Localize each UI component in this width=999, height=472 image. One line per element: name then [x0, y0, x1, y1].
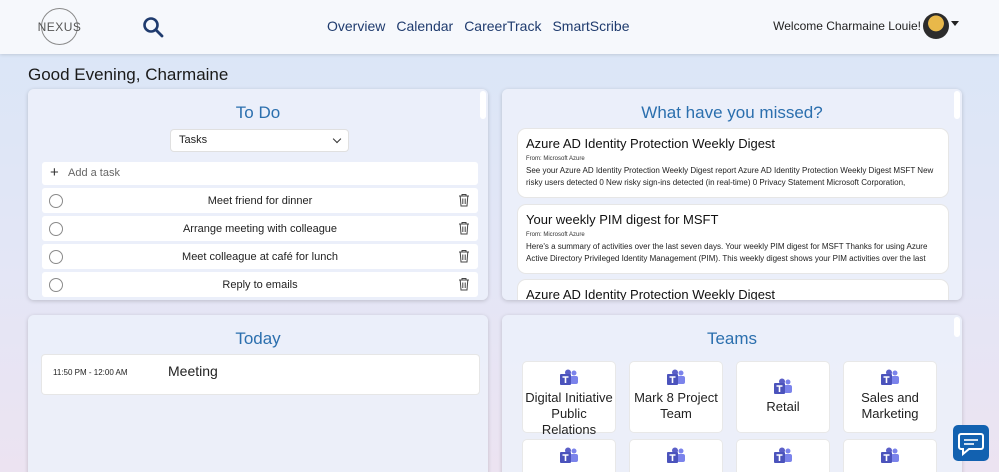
- teams-icon: [667, 369, 685, 385]
- chat-icon: [958, 433, 984, 457]
- main-nav: Overview Calendar CareerTrack SmartScrib…: [327, 18, 641, 34]
- task-row[interactable]: Meet colleague at café for lunch: [42, 244, 478, 269]
- team-tile[interactable]: [844, 440, 936, 472]
- today-card: Today 11:50 PM - 12:00 AM Meeting: [28, 315, 488, 472]
- event-time: 11:50 PM - 12:00 AM: [53, 368, 128, 377]
- teams-icon: [560, 369, 578, 385]
- trash-icon[interactable]: [458, 277, 470, 291]
- chat-button[interactable]: [953, 425, 989, 461]
- search-icon[interactable]: [142, 16, 164, 38]
- email-card[interactable]: Azure AD Identity Protection Weekly Dige…: [518, 280, 948, 300]
- teams-icon: [774, 378, 792, 394]
- task-label: Meet friend for dinner: [207, 195, 313, 207]
- teams-icon: [881, 447, 899, 463]
- email-card[interactable]: Your weekly PIM digest for MSFT From: Mi…: [518, 205, 948, 273]
- todo-card: To Do Tasks + Add a task Meet friend for…: [28, 89, 488, 300]
- todo-title: To Do: [235, 103, 281, 122]
- plus-icon: +: [50, 164, 59, 181]
- nav-calendar[interactable]: Calendar: [396, 18, 453, 34]
- teams-icon: [774, 447, 792, 463]
- task-label: Arrange meeting with colleague: [182, 223, 338, 235]
- task-label: Meet colleague at café for lunch: [182, 251, 338, 263]
- team-tile[interactable]: Mark 8 Project Team: [630, 362, 722, 432]
- add-task-placeholder: Add a task: [68, 167, 120, 179]
- nav-overview[interactable]: Overview: [327, 18, 385, 34]
- email-subject: Your weekly PIM digest for MSFT: [526, 212, 719, 227]
- email-subject: Azure AD Identity Protection Weekly Dige…: [526, 287, 776, 300]
- email-preview: See your Azure AD Identity Protection We…: [526, 166, 934, 187]
- trash-icon[interactable]: [458, 221, 470, 235]
- team-name: Digital Initiative Public Relations: [525, 390, 613, 437]
- team-tile[interactable]: [523, 440, 615, 472]
- task-list-select-value: Tasks: [179, 134, 208, 146]
- task-label: Reply to emails: [222, 279, 298, 291]
- greeting: Good Evening, Charmaine: [28, 65, 229, 84]
- teams-card: Teams Digital Initiative Public Relation…: [502, 315, 962, 472]
- avatar[interactable]: [923, 13, 949, 39]
- teams-title: Teams: [706, 329, 758, 348]
- team-tile[interactable]: Sales and Marketing: [844, 362, 936, 432]
- trash-icon[interactable]: [458, 249, 470, 263]
- missed-title: What have you missed?: [641, 103, 823, 122]
- nexus-logo[interactable]: NEXUS: [38, 8, 81, 45]
- trash-icon[interactable]: [458, 193, 470, 207]
- chevron-down-icon: [332, 134, 342, 144]
- email-card[interactable]: Azure AD Identity Protection Weekly Dige…: [518, 129, 948, 197]
- add-task-input[interactable]: + Add a task: [42, 162, 478, 185]
- missed-card: What have you missed? Azure AD Identity …: [502, 89, 962, 300]
- team-tile[interactable]: [630, 440, 722, 472]
- nav-careertrack[interactable]: CareerTrack: [464, 18, 541, 34]
- nav-smartscribe[interactable]: SmartScribe: [552, 18, 629, 34]
- team-name: Retail: [766, 399, 800, 414]
- task-row[interactable]: Arrange meeting with colleague: [42, 216, 478, 241]
- task-row[interactable]: Reply to emails: [42, 272, 478, 297]
- email-sender: From: Microsoft Azure: [526, 232, 585, 238]
- teams-icon: [560, 447, 578, 463]
- email-sender: From: Microsoft Azure: [526, 156, 585, 162]
- email-preview: Here's a summary of activities over the …: [526, 242, 928, 263]
- chevron-down-icon[interactable]: [951, 21, 959, 26]
- teams-icon: [667, 447, 685, 463]
- team-tile[interactable]: Digital Initiative Public Relations: [523, 362, 615, 437]
- team-tile[interactable]: [737, 440, 829, 472]
- calendar-event[interactable]: 11:50 PM - 12:00 AM Meeting: [42, 355, 479, 394]
- event-title: Meeting: [168, 363, 218, 379]
- email-subject: Azure AD Identity Protection Weekly Dige…: [526, 136, 776, 151]
- team-name: Sales and Marketing: [861, 390, 919, 421]
- today-title: Today: [235, 329, 281, 348]
- task-row[interactable]: Meet friend for dinner: [42, 188, 478, 213]
- welcome-text: Welcome Charmaine Louie!: [773, 19, 921, 33]
- team-tile[interactable]: Retail: [737, 362, 829, 432]
- top-bar: NEXUS Overview Calendar CareerTrack Smar…: [0, 0, 999, 54]
- team-name: Mark 8 Project Team: [634, 390, 718, 421]
- logo-text: NEXUS: [37, 19, 82, 34]
- task-list-select[interactable]: Tasks: [171, 130, 348, 151]
- teams-icon: [881, 369, 899, 385]
